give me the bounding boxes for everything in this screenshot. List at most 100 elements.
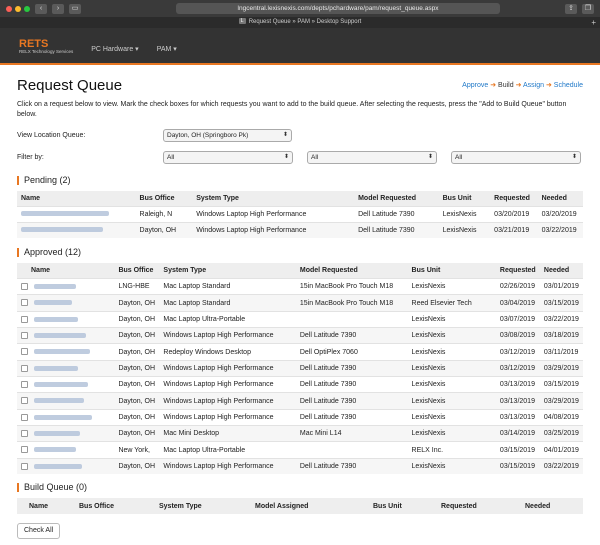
row-checkbox[interactable] <box>21 348 28 356</box>
column-header: Needed <box>539 263 583 279</box>
window-controls <box>6 5 30 12</box>
table-row[interactable]: Raleigh, N Windows Laptop High Performanc… <box>17 206 583 223</box>
chevron-updown-icon: ⬍ <box>283 153 289 160</box>
column-header: Model Requested <box>295 263 408 279</box>
nav-pam[interactable]: PAM ▾ <box>157 45 177 53</box>
redacted-name <box>34 300 72 306</box>
table-cell: 03/20/2019 <box>537 206 583 223</box>
redacted-name <box>34 333 86 339</box>
back-icon[interactable]: ‹ <box>35 3 47 14</box>
tabs-icon[interactable]: ❐ <box>582 3 594 14</box>
requester-name[interactable] <box>17 425 115 442</box>
table-cell: 03/22/2019 <box>537 222 583 238</box>
table-cell: Dell Latitude 7390 <box>354 206 439 223</box>
requester-name[interactable] <box>17 376 115 393</box>
table-cell: Dell Latitude 7390 <box>295 327 408 344</box>
table-row[interactable]: Dayton, OH Windows Laptop High Performanc… <box>17 408 583 426</box>
table-cell: Dell Latitude 7390 <box>295 359 408 377</box>
row-checkbox[interactable] <box>21 381 28 389</box>
filter-select-3[interactable]: All ⬍ <box>451 150 581 164</box>
table-cell: Mac Laptop Standard <box>159 294 296 312</box>
column-header: Bus Unit <box>373 502 402 510</box>
requester-name[interactable] <box>17 327 115 344</box>
requester-name[interactable] <box>17 222 136 238</box>
requester-name[interactable] <box>17 206 136 223</box>
table-cell: Dayton, OH <box>114 310 160 328</box>
table-cell: Dell Latitude 7390 <box>295 376 408 393</box>
row-checkbox[interactable] <box>21 397 28 405</box>
filter-select-1[interactable]: All ⬍ <box>163 150 293 164</box>
table-row[interactable]: Dayton, OH Mac Laptop Ultra-Portable Lexis… <box>17 310 583 328</box>
minimize-window-button[interactable] <box>15 5 21 12</box>
requester-name[interactable] <box>17 294 115 312</box>
row-checkbox[interactable] <box>21 364 28 372</box>
requester-name[interactable] <box>17 408 115 426</box>
row-checkbox[interactable] <box>21 299 28 307</box>
nav-pc-hardware[interactable]: PC Hardware ▾ <box>91 45 138 53</box>
row-checkbox[interactable] <box>21 413 28 421</box>
requester-name[interactable] <box>17 277 115 295</box>
table-cell: 03/13/2019 <box>495 408 540 426</box>
location-select[interactable]: Dayton, OH (Springboro Pk) ⬍ <box>163 128 292 142</box>
table-cell: 03/25/2019 <box>539 425 583 442</box>
table-cell: Dell Latitude 7390 <box>354 222 439 238</box>
table-cell: LexisNexis <box>407 425 496 442</box>
requester-name[interactable] <box>17 441 115 459</box>
requester-name[interactable] <box>17 310 115 328</box>
requester-name[interactable] <box>17 457 115 475</box>
table-row[interactable]: Dayton, OH Windows Laptop High Performanc… <box>17 376 583 393</box>
row-checkbox[interactable] <box>21 430 28 438</box>
chevron-updown-icon: ⬍ <box>571 153 577 160</box>
tab-bar[interactable]: L Request Queue » PAM » Desktop Support + <box>0 17 600 28</box>
requester-name[interactable] <box>17 343 115 361</box>
row-checkbox[interactable] <box>21 315 28 323</box>
sidebar-icon[interactable]: ▭ <box>69 3 81 14</box>
table-cell: LexisNexis <box>407 343 496 361</box>
table-row[interactable]: Dayton, OH Windows Laptop High Performanc… <box>17 457 583 475</box>
address-bar[interactable]: lngcentral.lexisnexis.com/depts/pchardwa… <box>176 3 500 14</box>
arrow-right-icon: ➜ <box>515 82 522 89</box>
table-cell: 15in MacBook Pro Touch M18 <box>295 294 408 312</box>
filter-select-1-value: All <box>167 153 175 161</box>
rets-logo[interactable]: RETS RELX Technology Services <box>19 39 73 55</box>
table-cell: 03/29/2019 <box>539 392 583 410</box>
table-row[interactable]: Dayton, OH Windows Laptop High Performanc… <box>17 359 583 377</box>
redacted-name <box>34 414 92 420</box>
filter-select-2[interactable]: All ⬍ <box>307 150 437 164</box>
table-row[interactable]: Dayton, OH Windows Laptop High Performanc… <box>17 222 583 238</box>
nav-pc-hardware-label: PC Hardware <box>91 46 134 53</box>
requester-name[interactable] <box>17 392 115 410</box>
table-row[interactable]: Dayton, OH Mac Laptop Standard 15in MacBoo… <box>17 294 583 312</box>
redacted-name <box>34 365 78 371</box>
table-row[interactable]: LNG-HBE Mac Laptop Standard 15in MacBook P… <box>17 277 583 295</box>
table-row[interactable]: Dayton, OH Mac Mini Desktop Mac Mini L14 Le… <box>17 425 583 442</box>
table-row[interactable]: Dayton, OH Windows Laptop High Performanc… <box>17 327 583 344</box>
table-cell: LexisNexis <box>438 222 491 238</box>
table-cell <box>295 310 408 328</box>
table-row[interactable]: Dayton, OH Redeploy Windows Desktop Dell O… <box>17 343 583 361</box>
table-cell: Dell Latitude 7390 <box>295 408 408 426</box>
row-checkbox[interactable] <box>21 446 28 454</box>
table-row[interactable]: New York, Mac Laptop Ultra-Portable RELX I… <box>17 441 583 459</box>
redacted-name <box>34 284 76 289</box>
row-checkbox[interactable] <box>21 332 28 340</box>
step-approve-link[interactable]: Approve <box>462 82 488 89</box>
url-text: lngcentral.lexisnexis.com/depts/pchardwa… <box>237 5 439 12</box>
step-schedule-link[interactable]: Schedule <box>554 82 583 89</box>
forward-icon[interactable]: › <box>52 3 64 14</box>
table-row[interactable]: Dayton, OH Windows Laptop High Performanc… <box>17 392 583 410</box>
share-icon[interactable]: ⇪ <box>565 3 577 14</box>
requester-name[interactable] <box>17 359 115 377</box>
row-checkbox[interactable] <box>21 283 28 290</box>
row-checkbox[interactable] <box>21 462 28 470</box>
table-cell: 15in MacBook Pro Touch M18 <box>295 277 408 295</box>
table-cell: Dayton, OH <box>114 408 160 426</box>
column-header: System Type <box>192 191 355 207</box>
check-all-button[interactable]: Check All <box>17 523 61 540</box>
close-window-button[interactable] <box>6 5 12 12</box>
pending-section-title: Pending (2) <box>17 176 583 185</box>
zoom-window-button[interactable] <box>24 5 30 12</box>
step-assign-link[interactable]: Assign <box>523 82 544 89</box>
arrow-right-icon: ➜ <box>545 82 552 89</box>
new-tab-button[interactable]: + <box>591 17 596 28</box>
